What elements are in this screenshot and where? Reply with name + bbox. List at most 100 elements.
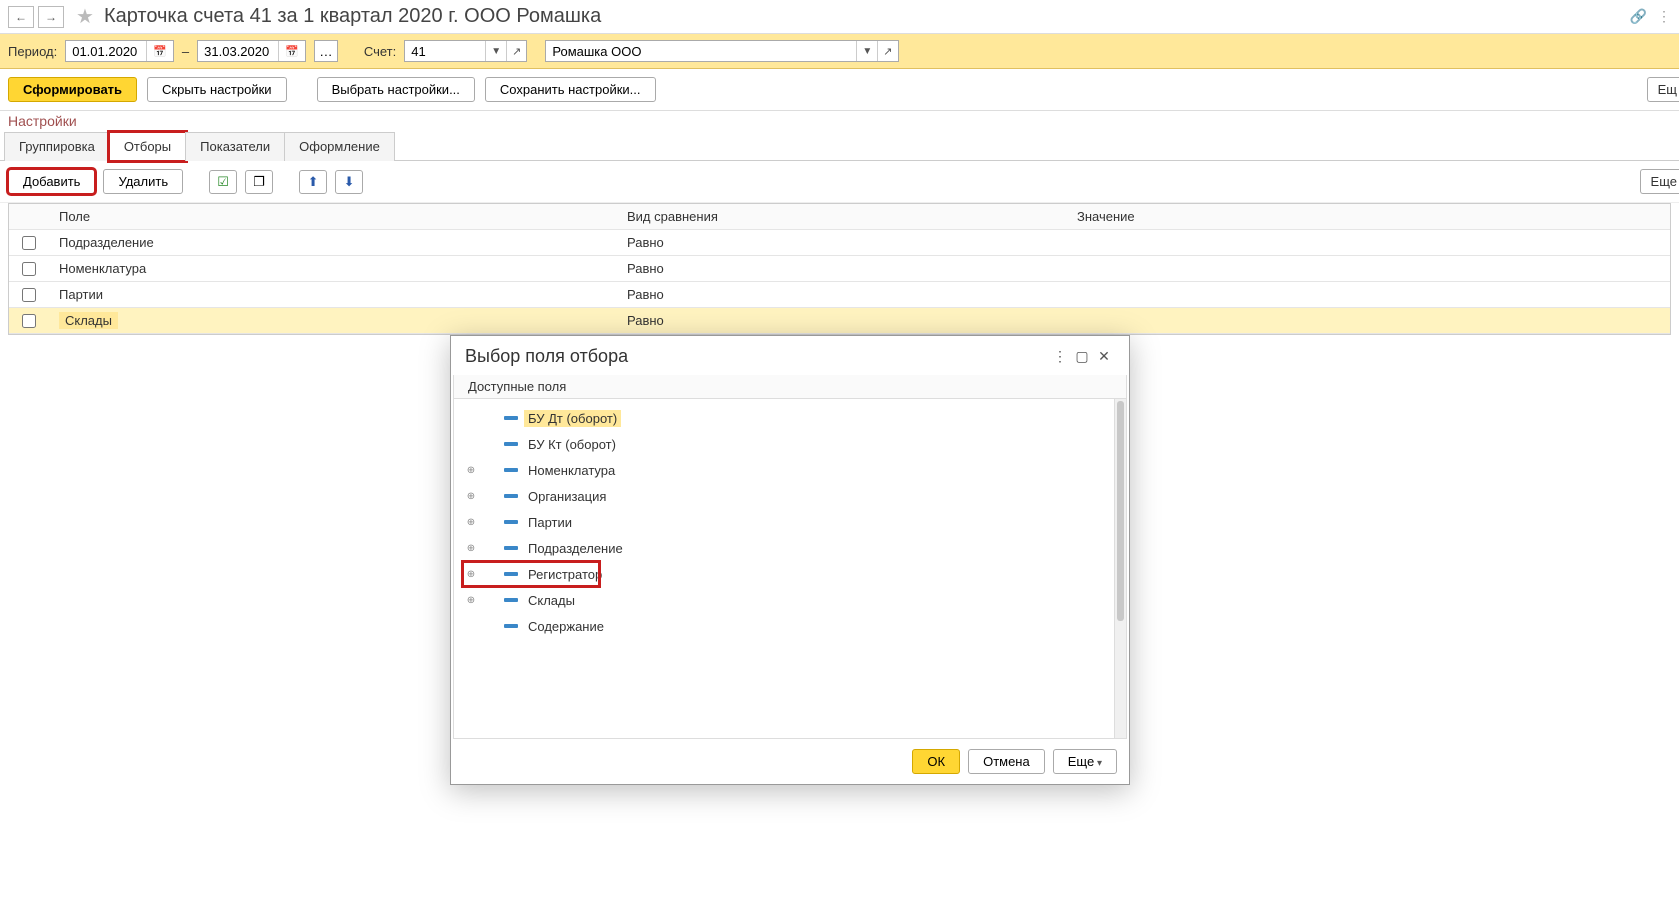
cell-comparison[interactable]: Равно xyxy=(627,287,1077,302)
tree-item-label: Номенклатура xyxy=(524,462,619,479)
grid-header-row: Поле Вид сравнения Значение xyxy=(9,204,1670,230)
nav-back-button[interactable]: ← xyxy=(8,6,34,28)
dialog-footer: ОК Отмена Еще xyxy=(451,739,1129,784)
col-header-cmp[interactable]: Вид сравнения xyxy=(627,209,1077,224)
kebab-menu-icon[interactable]: ⋮ xyxy=(1049,348,1071,365)
tab-filters[interactable]: Отборы xyxy=(109,132,186,161)
field-icon xyxy=(504,624,518,628)
filter-toolbar: Добавить Удалить ☑ ❐ ⬆ ⬇ Еще xyxy=(0,161,1679,203)
tree-item-label: Партии xyxy=(524,514,576,531)
tree-item[interactable]: БУ Кт (оборот) xyxy=(464,431,1110,457)
field-icon xyxy=(504,546,518,550)
field-icon xyxy=(504,572,518,576)
calendar-icon[interactable]: 📅 xyxy=(278,41,305,61)
expand-icon[interactable]: ⊕ xyxy=(464,567,478,581)
scrollbar[interactable] xyxy=(1114,399,1126,738)
titlebar: ← → ★ Карточка счета 41 за 1 квартал 202… xyxy=(0,0,1679,34)
kebab-menu-icon[interactable]: ⋮ xyxy=(1657,8,1671,25)
period-bar: Период: 📅 – 📅 … Счет: ▼ ↗ ▼ ↗ xyxy=(0,34,1679,69)
row-checkbox[interactable] xyxy=(22,288,36,302)
expand-icon[interactable]: ⊕ xyxy=(464,593,478,607)
nav-forward-button[interactable]: → xyxy=(38,6,64,28)
tree-item[interactable]: ⊕ Регистратор xyxy=(464,561,1110,587)
tree-item[interactable]: ⊕ Номенклатура xyxy=(464,457,1110,483)
cell-comparison[interactable]: Равно xyxy=(627,313,1077,328)
cell-comparison[interactable]: Равно xyxy=(627,235,1077,250)
period-picker-button[interactable]: … xyxy=(314,40,338,62)
dialog-title: Выбор поля отбора xyxy=(465,346,1049,367)
organization-field[interactable]: ▼ ↗ xyxy=(545,40,898,62)
hide-settings-button[interactable]: Скрыть настройки xyxy=(147,77,287,102)
dialog-header: Выбор поля отбора ⋮ ▢ ✕ xyxy=(451,336,1129,375)
ok-button[interactable]: ОК xyxy=(912,749,960,774)
expand-icon[interactable]: ⊕ xyxy=(464,515,478,529)
settings-tabs: Группировка Отборы Показатели Оформление xyxy=(0,131,1679,161)
tab-grouping[interactable]: Группировка xyxy=(4,132,110,161)
dropdown-icon[interactable]: ▼ xyxy=(485,41,506,61)
period-to-input[interactable] xyxy=(198,44,278,59)
cancel-button[interactable]: Отмена xyxy=(968,749,1045,774)
delete-button[interactable]: Удалить xyxy=(103,169,183,194)
favorite-star-icon[interactable]: ★ xyxy=(76,4,94,29)
table-row[interactable]: СкладыРавно xyxy=(9,308,1670,334)
col-header-field[interactable]: Поле xyxy=(47,209,627,224)
cell-comparison[interactable]: Равно xyxy=(627,261,1077,276)
tree-item-label: Содержание xyxy=(524,618,608,635)
save-settings-button[interactable]: Сохранить настройки... xyxy=(485,77,656,102)
add-button[interactable]: Добавить xyxy=(8,169,95,194)
expand-icon[interactable]: ⊕ xyxy=(464,463,478,477)
move-down-icon[interactable]: ⬇ xyxy=(335,170,363,194)
tree-item[interactable]: ⊕ Подразделение xyxy=(464,535,1110,561)
col-header-value[interactable]: Значение xyxy=(1077,209,1670,224)
link-icon[interactable]: 🔗 xyxy=(1630,8,1647,25)
choose-settings-button[interactable]: Выбрать настройки... xyxy=(317,77,475,102)
cell-field[interactable]: Склады xyxy=(47,313,627,328)
tree-item-label: БУ Кт (оборот) xyxy=(524,436,620,453)
cell-field[interactable]: Партии xyxy=(47,287,627,302)
dropdown-icon[interactable]: ▼ xyxy=(856,41,877,61)
row-checkbox[interactable] xyxy=(22,262,36,276)
calendar-icon[interactable]: 📅 xyxy=(146,41,173,61)
copy-icon[interactable]: ❐ xyxy=(245,170,273,194)
more-button[interactable]: Еще xyxy=(1640,169,1679,194)
expand-icon[interactable]: ⊕ xyxy=(464,489,478,503)
open-icon[interactable]: ↗ xyxy=(506,41,526,61)
tree-item-label: Склады xyxy=(524,592,579,609)
more-button[interactable]: Ещ xyxy=(1647,77,1679,102)
tree-item[interactable]: Содержание xyxy=(464,613,1110,639)
tab-design[interactable]: Оформление xyxy=(284,132,395,161)
dialog-subtitle: Доступные поля xyxy=(453,375,1127,399)
account-input[interactable] xyxy=(405,44,485,59)
tree-item-label: Организация xyxy=(524,488,610,505)
cell-field[interactable]: Номенклатура xyxy=(47,261,627,276)
filter-field-dialog: Выбор поля отбора ⋮ ▢ ✕ Доступные поля Б… xyxy=(450,335,1130,785)
tab-measures[interactable]: Показатели xyxy=(185,132,285,161)
open-icon[interactable]: ↗ xyxy=(877,41,897,61)
tree-item-label: Регистратор xyxy=(524,566,606,583)
tree-item[interactable]: ⊕ Склады xyxy=(464,587,1110,613)
table-row[interactable]: НоменклатураРавно xyxy=(9,256,1670,282)
cell-field[interactable]: Подразделение xyxy=(47,235,627,250)
period-from-input[interactable] xyxy=(66,44,146,59)
maximize-icon[interactable]: ▢ xyxy=(1071,348,1093,365)
field-tree[interactable]: БУ Дт (оборот) БУ Кт (оборот) ⊕ Номенклатур… xyxy=(454,399,1126,645)
period-to-field[interactable]: 📅 xyxy=(197,40,306,62)
move-up-icon[interactable]: ⬆ xyxy=(299,170,327,194)
row-checkbox[interactable] xyxy=(22,314,36,328)
page-title: Карточка счета 41 за 1 квартал 2020 г. О… xyxy=(104,5,1626,28)
toggle-check-icon[interactable]: ☑ xyxy=(209,170,237,194)
expand-icon[interactable]: ⊕ xyxy=(464,541,478,555)
more-button[interactable]: Еще xyxy=(1053,749,1117,774)
organization-input[interactable] xyxy=(546,44,856,59)
account-field[interactable]: ▼ ↗ xyxy=(404,40,527,62)
table-row[interactable]: ПодразделениеРавно xyxy=(9,230,1670,256)
period-from-field[interactable]: 📅 xyxy=(65,40,174,62)
tree-item-label: Подразделение xyxy=(524,540,627,557)
row-checkbox[interactable] xyxy=(22,236,36,250)
tree-item[interactable]: ⊕ Организация xyxy=(464,483,1110,509)
table-row[interactable]: ПартииРавно xyxy=(9,282,1670,308)
generate-button[interactable]: Сформировать xyxy=(8,77,137,102)
tree-item[interactable]: БУ Дт (оборот) xyxy=(464,405,1110,431)
tree-item[interactable]: ⊕ Партии xyxy=(464,509,1110,535)
close-icon[interactable]: ✕ xyxy=(1093,348,1115,365)
